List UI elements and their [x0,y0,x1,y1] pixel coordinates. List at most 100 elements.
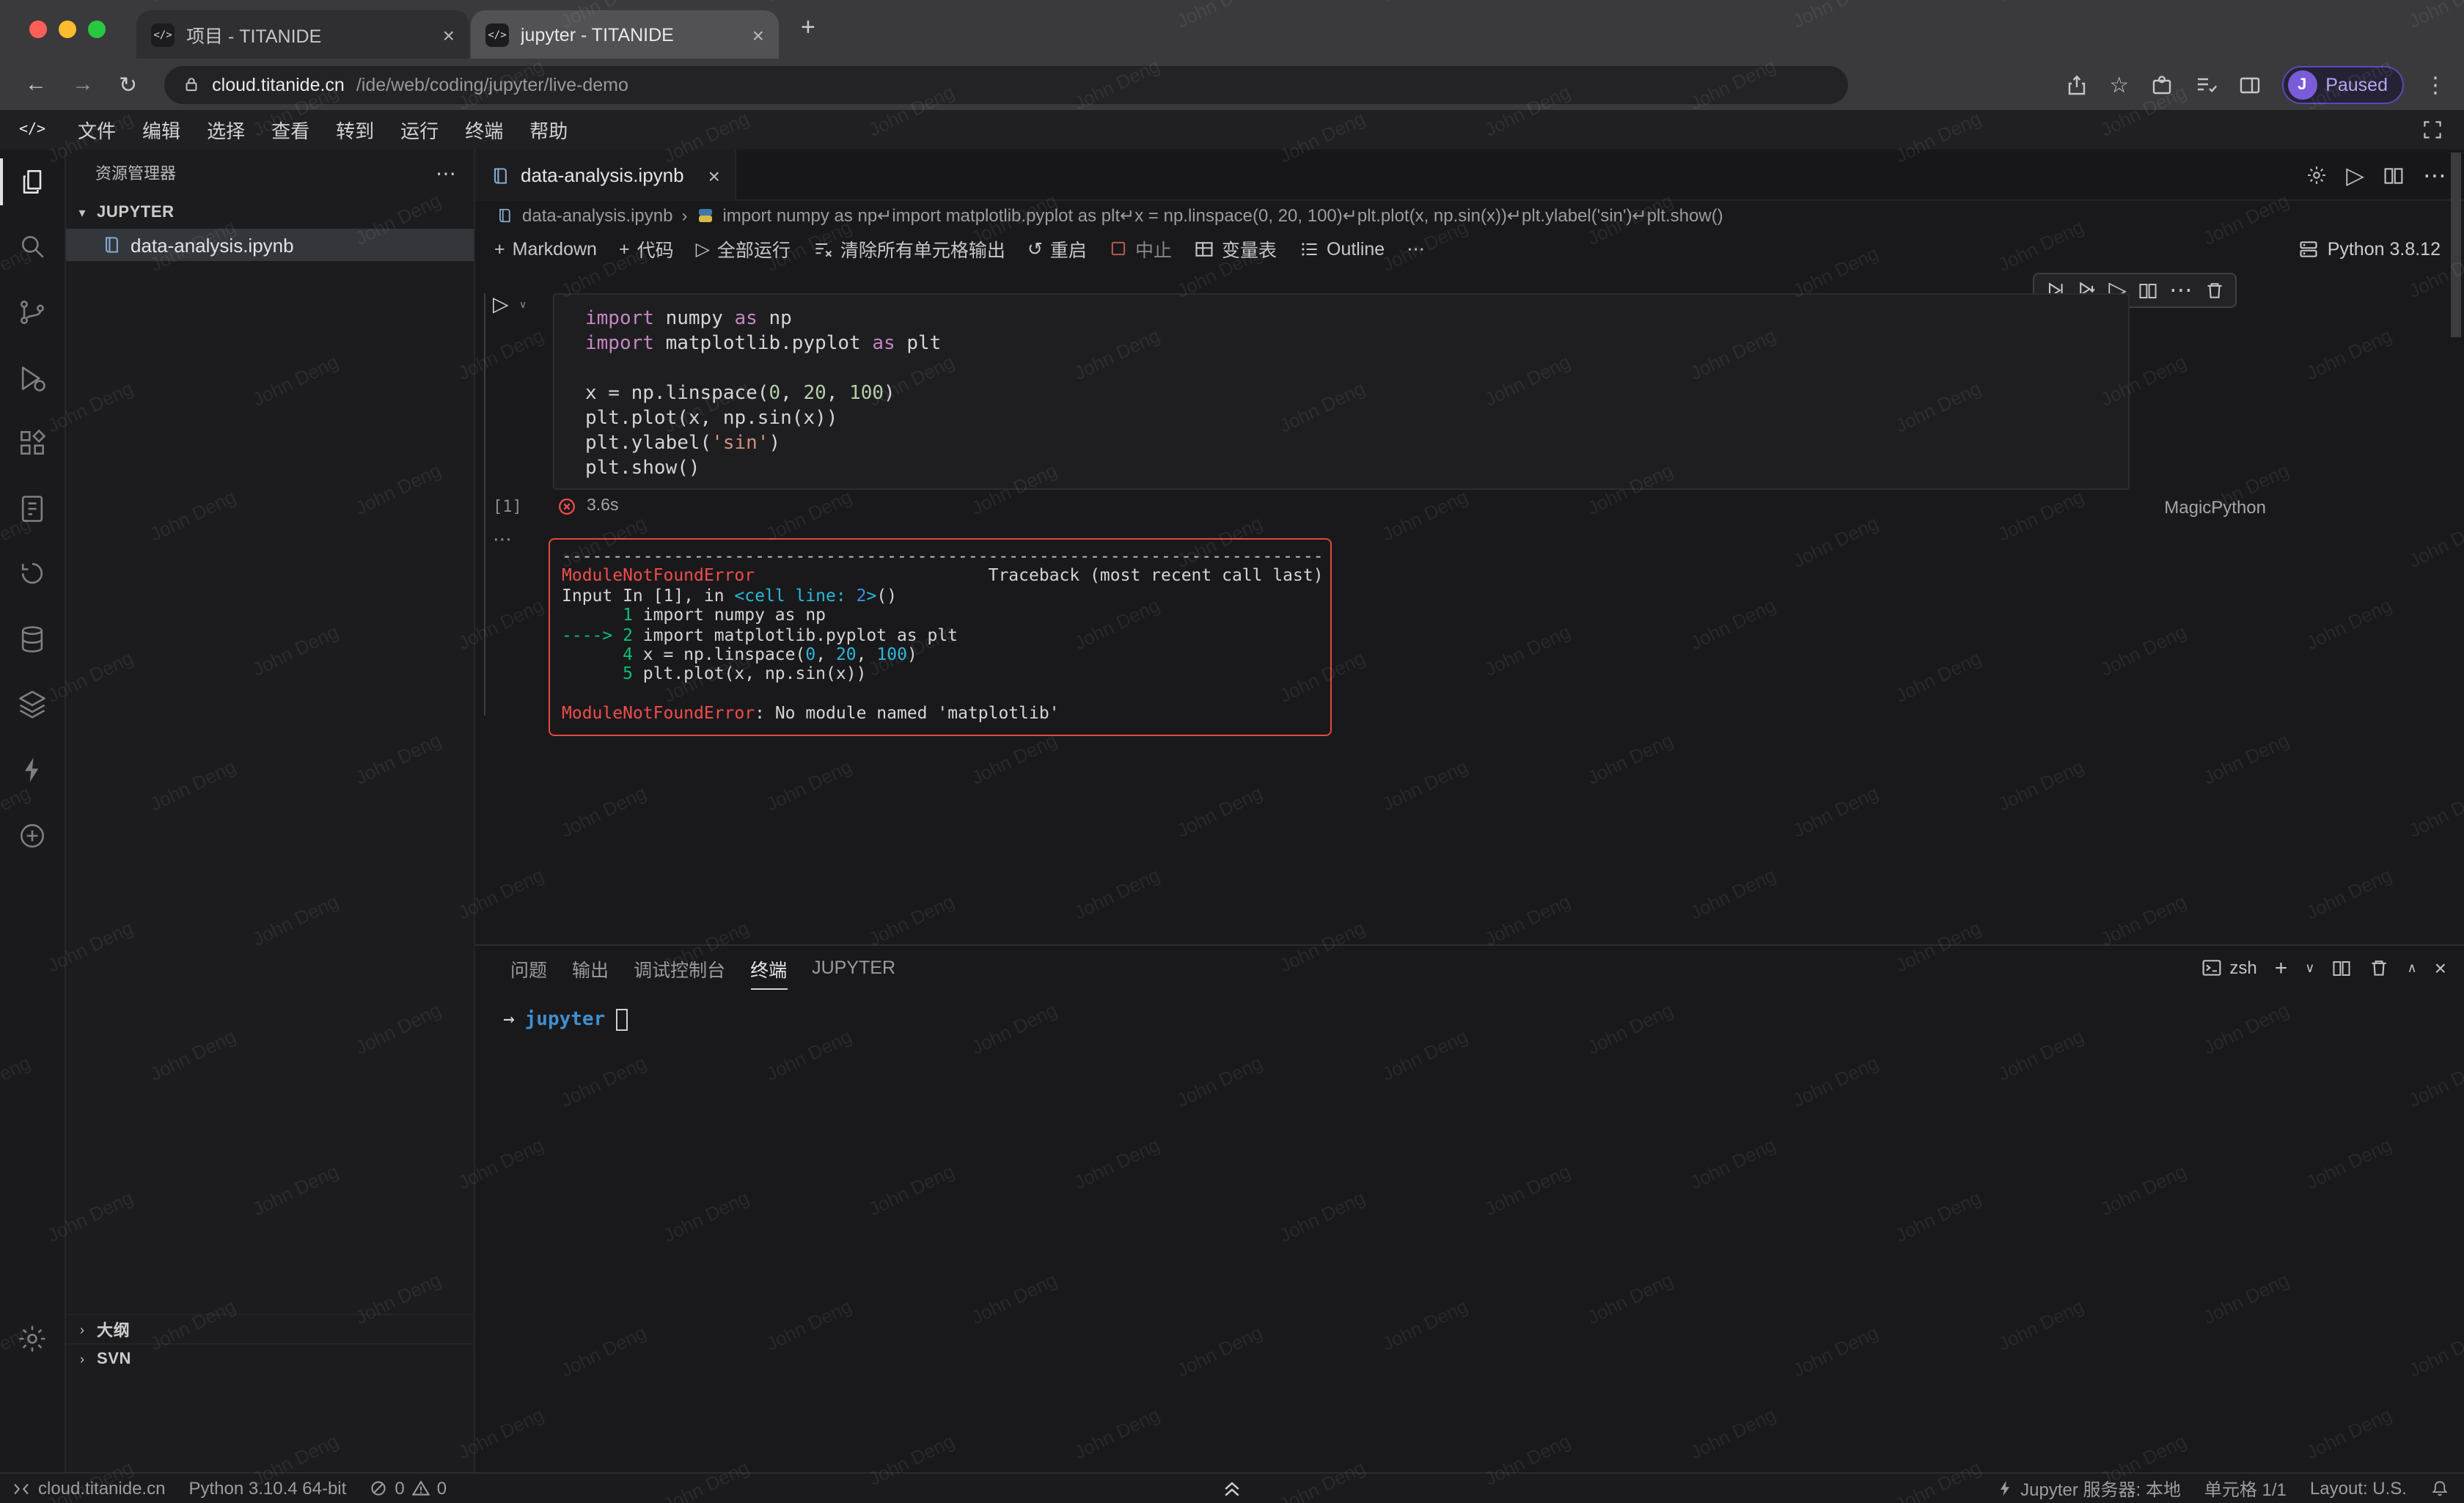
token: , [826,383,849,405]
panel-tab-problems[interactable]: 问题 [510,946,547,990]
menu-help[interactable]: 帮助 [516,116,581,144]
remote-indicator[interactable]: cloud.titanide.cn [12,1478,165,1499]
browser-menu-icon[interactable]: ⋮ [2424,71,2446,98]
menu-file[interactable]: 文件 [65,116,129,144]
activity-database-button[interactable] [0,610,65,669]
toolbar-more-icon[interactable]: ⋯ [1407,238,1425,260]
restore-panel-chevrons-icon[interactable] [1220,1478,1244,1499]
activity-search-button[interactable] [0,217,65,276]
activity-run-debug-button[interactable] [0,349,65,408]
token: import [585,308,654,330]
side-panel-icon[interactable] [2237,73,2261,96]
kill-terminal-icon[interactable] [2369,958,2389,978]
panel-tab-debug-console[interactable]: 调试控制台 [634,946,725,990]
split-editor-icon[interactable] [2383,165,2404,185]
menu-terminal[interactable]: 终端 [452,116,516,144]
sidebar-section-outline[interactable]: › 大纲 [66,1314,474,1343]
extensions-puzzle-icon[interactable] [2149,73,2173,96]
panel-tab-jupyter[interactable]: JUPYTER [812,946,895,990]
close-icon[interactable]: × [708,163,720,187]
errors-icon [370,1480,387,1497]
close-panel-icon[interactable]: × [2435,956,2446,980]
close-window-button[interactable] [29,21,47,38]
kernel-picker-button[interactable]: Python 3.8.12 [2298,238,2441,259]
fullscreen-icon[interactable] [2421,119,2443,141]
notebook-settings-gear-icon[interactable] [2305,164,2327,186]
browser-tab-jupyter[interactable]: </> jupyter - TITANIDE × [471,10,779,59]
terminal-shell-selector[interactable]: zsh [2201,958,2256,978]
more-actions-icon[interactable]: ⋯ [2423,161,2446,190]
menu-edit[interactable]: 编辑 [129,116,194,144]
close-tab-icon[interactable]: × [443,23,455,46]
cell-language-mode[interactable]: MagicPython [2164,497,2266,518]
jupyter-server-indicator[interactable]: Jupyter 服务器: 本地 [1995,1476,2181,1501]
menu-goto[interactable]: 转到 [323,116,387,144]
new-tab-button[interactable]: + [801,13,815,43]
terminal-prompt-line[interactable]: → jupyter [503,1007,627,1031]
maximize-panel-caret-icon[interactable]: ∧ [2407,960,2416,976]
browser-tab-project[interactable]: </> 项目 - TITANIDE × [136,10,469,59]
add-markdown-button[interactable]: + Markdown [494,238,597,259]
interrupt-button[interactable]: 中止 [1109,235,1172,262]
notifications-bell-icon[interactable] [2430,1479,2449,1498]
activity-settings-button[interactable] [0,1309,65,1368]
activity-notebook-button[interactable] [0,479,65,538]
cell-more-icon[interactable]: ⋯ [2169,276,2193,305]
outline-button[interactable]: Outline [1299,238,1385,259]
forward-icon[interactable]: → [72,72,94,97]
reading-list-icon[interactable] [2193,73,2217,96]
warnings-count: 0 [437,1478,447,1499]
sidebar-more-icon[interactable]: ⋯ [436,161,456,185]
activity-source-control-button[interactable] [0,283,65,342]
token: , [780,383,803,405]
panel-tab-terminal[interactable]: 终端 [750,946,787,990]
run-all-icon[interactable]: ▷ [2346,161,2364,190]
activity-explorer-button[interactable] [0,152,65,211]
add-code-button[interactable]: + 代码 [619,235,674,262]
activity-target-button[interactable] [0,806,65,865]
back-icon[interactable]: ← [25,72,47,97]
clear-outputs-button[interactable]: 清除所有单元格输出 [813,235,1005,262]
activity-extensions-button[interactable] [0,414,65,472]
close-tab-icon[interactable]: × [752,23,764,46]
sidebar-section-svn[interactable]: › SVN [66,1343,474,1372]
cell-indicator[interactable]: 单元格 1/1 [2204,1476,2287,1501]
zoom-window-button[interactable] [88,21,106,38]
run-all-button[interactable]: ▷ 全部运行 [696,235,791,262]
editor-scrollbar[interactable] [2451,152,2461,337]
problems-indicator[interactable]: 0 0 [370,1478,447,1499]
menu-view[interactable]: 查看 [258,116,323,144]
editor-tab-notebook[interactable]: data-analysis.ipynb × [475,150,736,201]
code-cell-editor[interactable]: import numpy as npimport matplotlib.pypl… [553,293,2130,490]
file-item-notebook[interactable]: data-analysis.ipynb [66,229,474,261]
minimize-window-button[interactable] [59,21,76,38]
sidebar-section-jupyter[interactable]: ▾ JUPYTER [66,196,474,229]
output-collapse-icon[interactable]: ⋯ [493,528,512,551]
breadcrumb-file[interactable]: data-analysis.ipynb [522,205,672,226]
split-cell-icon[interactable] [2138,281,2157,300]
reload-icon[interactable]: ↻ [119,71,137,98]
layout-indicator[interactable]: Layout: U.S. [2310,1478,2407,1499]
run-cell-button[interactable]: ▷ [493,292,509,317]
profile-paused-button[interactable]: J Paused [2281,65,2404,103]
breadcrumb[interactable]: data-analysis.ipynb › import numpy as np… [475,201,2464,230]
menu-selection[interactable]: 选择 [194,116,258,144]
activity-layers-button[interactable] [0,675,65,733]
python-interpreter[interactable]: Python 3.10.4 64-bit [188,1478,346,1499]
terminal-dropdown-caret-icon[interactable]: ∨ [2305,960,2314,976]
split-terminal-icon[interactable] [2332,958,2351,977]
activity-history-button[interactable] [0,544,65,603]
breadcrumb-code[interactable]: import numpy as np↵import matplotlib.pyp… [722,205,1723,226]
panel-tab-output[interactable]: 输出 [572,946,609,990]
run-options-caret-icon[interactable]: ∨ [519,299,527,311]
variables-button[interactable]: 变量表 [1194,235,1277,262]
new-terminal-icon[interactable]: + [2275,955,2288,980]
restart-button[interactable]: ↺ 重启 [1027,235,1087,262]
bookmark-star-icon[interactable]: ☆ [2109,71,2129,98]
url-bar[interactable]: cloud.titanide.cn/ide/web/coding/jupyter… [164,65,1847,103]
activity-thunder-button[interactable] [0,741,65,799]
share-icon[interactable] [2065,73,2089,96]
token: plt [895,333,942,355]
delete-cell-icon[interactable] [2204,280,2225,301]
menu-run[interactable]: 运行 [387,116,452,144]
